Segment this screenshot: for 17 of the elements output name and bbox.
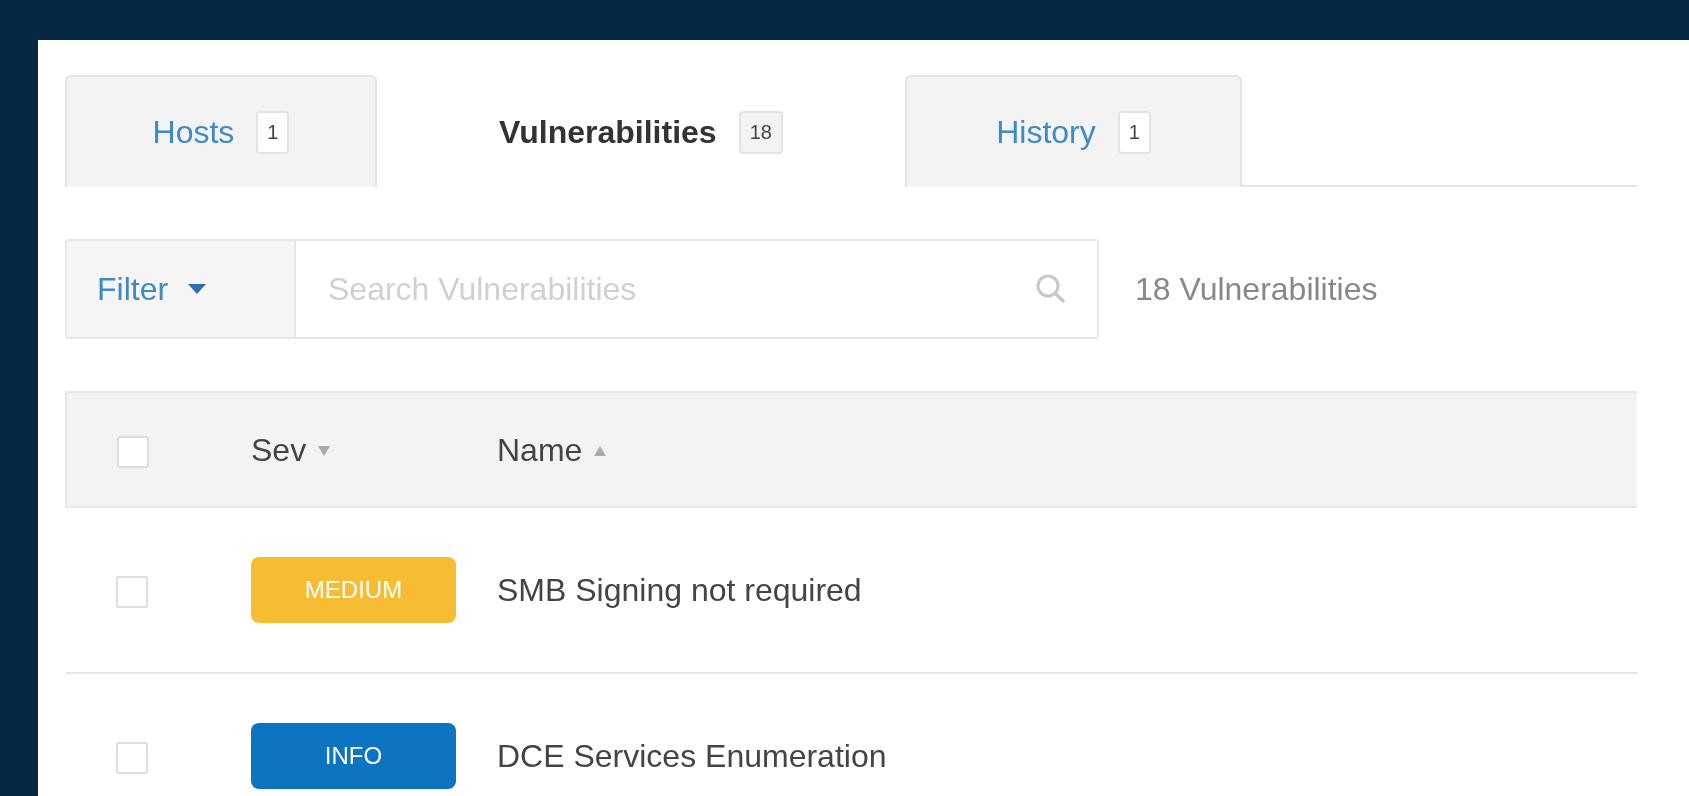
- severity-badge: MEDIUM: [251, 557, 456, 623]
- count-badge: 1: [1117, 110, 1151, 154]
- vulnerability-name[interactable]: DCE Services Enumeration: [497, 737, 887, 774]
- tab[interactable]: Hosts 1: [65, 75, 377, 187]
- vulnerability-name[interactable]: SMB Signing not required: [497, 571, 862, 608]
- severity-badge: INFO: [251, 723, 456, 789]
- column-header[interactable]: Sev: [251, 432, 307, 468]
- column-header[interactable]: Name: [497, 432, 583, 468]
- checkbox[interactable]: [116, 742, 148, 775]
- search-icon: [1035, 273, 1067, 305]
- count-badge: 1: [256, 110, 290, 154]
- count-badge: 18: [738, 110, 783, 154]
- checkbox[interactable]: [116, 576, 148, 609]
- tab[interactable]: History 1: [905, 75, 1242, 187]
- caret-icon: [188, 284, 207, 294]
- checkbox[interactable]: [117, 435, 149, 468]
- result-count: 18 Vulnerabilities: [1135, 270, 1378, 308]
